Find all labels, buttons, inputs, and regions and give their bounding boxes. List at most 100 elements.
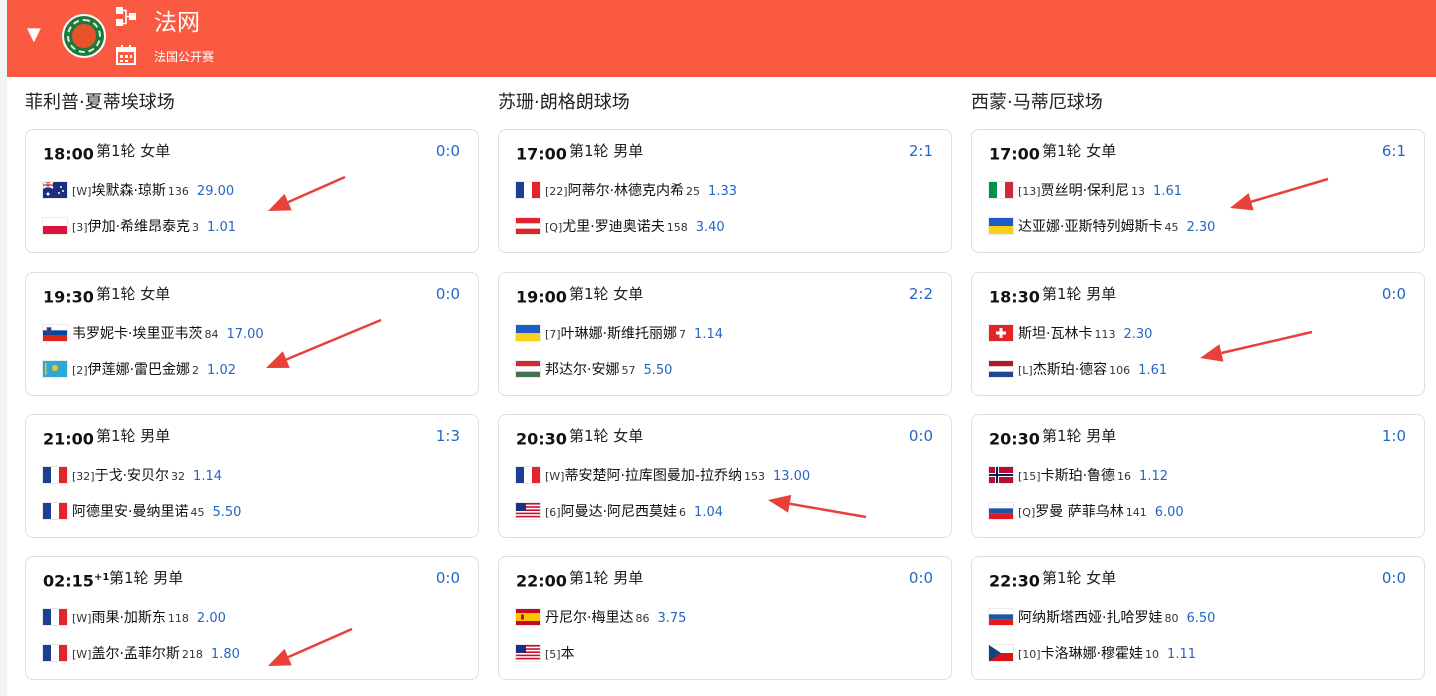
- player-row[interactable]: [22]阿蒂尔·林德克内希 25 1.33: [516, 180, 737, 202]
- collapse-caret-icon[interactable]: ▼: [27, 25, 41, 45]
- player-row[interactable]: [10]卡洛琳娜·穆霍娃 10 1.11: [989, 643, 1196, 665]
- player-row[interactable]: 邦达尔·安娜 57 5.50: [516, 359, 672, 381]
- player-name[interactable]: 邦达尔·安娜: [545, 362, 619, 378]
- player-name[interactable]: 雨果·加斯东: [91, 610, 165, 626]
- calendar-icon[interactable]: [115, 44, 137, 66]
- player-name[interactable]: 阿德里安·曼纳里诺: [72, 504, 188, 520]
- player-row[interactable]: [15]卡斯珀·鲁德 16 1.12: [989, 465, 1168, 487]
- player-name[interactable]: 埃默森·琼斯: [91, 183, 165, 199]
- player-odds[interactable]: 1.61: [1138, 363, 1167, 378]
- player-odds[interactable]: 1.61: [1153, 184, 1182, 199]
- player-row[interactable]: [7]叶琳娜·斯维托丽娜 7 1.14: [516, 323, 723, 345]
- match-card[interactable]: 21:00 第1轮 男单 1:3 [32]于戈·安贝尔 32 1.14 阿德里安·曼纳里诺 4…: [25, 414, 479, 538]
- player-row[interactable]: 丹尼尔·梅里达 86 3.75: [516, 607, 686, 629]
- player-row[interactable]: [W]盖尔·孟菲尔斯 218 1.80: [43, 643, 240, 665]
- player-name[interactable]: 本: [561, 646, 575, 662]
- match-round: 第1轮 女单: [96, 142, 171, 160]
- player-name[interactable]: 丹尼尔·梅里达: [545, 610, 633, 626]
- match-score: 0:0: [435, 569, 460, 587]
- player-row[interactable]: [3]伊加·希维昂泰克 3 1.01: [43, 216, 236, 238]
- player-odds[interactable]: 1.14: [694, 327, 723, 342]
- match-card[interactable]: 18:30 第1轮 男单 0:0 斯坦·瓦林卡 113 2.30 [L]杰斯珀·德容 106 1…: [971, 272, 1425, 396]
- player-odds[interactable]: 1.11: [1167, 647, 1196, 662]
- player-odds[interactable]: 3.75: [657, 611, 686, 626]
- player-odds[interactable]: 2.30: [1123, 327, 1152, 342]
- player-row[interactable]: 阿德里安·曼纳里诺 45 5.50: [43, 501, 241, 523]
- player-name[interactable]: 达亚娜·亚斯特列姆斯卡: [1018, 219, 1162, 235]
- next-day-marker: +1: [93, 572, 110, 583]
- player-name[interactable]: 阿曼达·阿尼西莫娃: [561, 504, 677, 520]
- player-row[interactable]: 斯坦·瓦林卡 113 2.30: [989, 323, 1152, 345]
- player-odds[interactable]: 17.00: [226, 327, 263, 342]
- player-name[interactable]: 叶琳娜·斯维托丽娜: [561, 326, 677, 342]
- match-card[interactable]: 20:30 第1轮 男单 1:0 [15]卡斯珀·鲁德 16 1.12 [Q]罗曼 萨菲乌林…: [971, 414, 1425, 538]
- player-odds[interactable]: 13.00: [773, 469, 810, 484]
- player-row[interactable]: [32]于戈·安贝尔 32 1.14: [43, 465, 222, 487]
- player-odds[interactable]: 6.00: [1155, 505, 1184, 520]
- match-card[interactable]: 19:00 第1轮 女单 2:2 [7]叶琳娜·斯维托丽娜 7 1.14 邦达尔·安娜 57 5…: [498, 272, 952, 396]
- player-name[interactable]: 尤里·罗迪奥诺夫: [562, 219, 664, 235]
- player-odds[interactable]: 3.40: [696, 220, 725, 235]
- bracket-icon[interactable]: [115, 6, 137, 28]
- player-name[interactable]: 阿纳斯塔西娅·扎哈罗娃: [1018, 610, 1162, 626]
- player-odds[interactable]: 1.02: [207, 363, 236, 378]
- match-time: 17:00: [989, 144, 1040, 164]
- player-row[interactable]: 阿纳斯塔西娅·扎哈罗娃 80 6.50: [989, 607, 1215, 629]
- match-time: 02:15+1: [43, 571, 110, 591]
- player-name[interactable]: 伊莲娜·雷巴金娜: [88, 362, 190, 378]
- player-row[interactable]: [13]贾丝明·保利尼 13 1.61: [989, 180, 1182, 202]
- player-odds[interactable]: 1.80: [211, 647, 240, 662]
- player-row[interactable]: [6]阿曼达·阿尼西莫娃 6 1.04: [516, 501, 723, 523]
- match-round: 第1轮 女单: [1042, 142, 1117, 160]
- player-name[interactable]: 阿蒂尔·林德克内希: [568, 183, 684, 199]
- player-name[interactable]: 伊加·希维昂泰克: [88, 219, 190, 235]
- match-card[interactable]: 22:30 第1轮 女单 0:0 阿纳斯塔西娅·扎哈罗娃 80 6.50 [10]卡洛琳娜·…: [971, 556, 1425, 680]
- player-row[interactable]: [2]伊莲娜·雷巴金娜 2 1.02: [43, 359, 236, 381]
- player-name[interactable]: 蒂安楚阿·拉库图曼加-拉乔纳: [564, 468, 742, 484]
- player-odds[interactable]: 1.04: [694, 505, 723, 520]
- player-rank: 218: [181, 648, 203, 661]
- player-row[interactable]: 韦罗妮卡·埃里亚韦茨 84 17.00: [43, 323, 264, 345]
- player-name[interactable]: 韦罗妮卡·埃里亚韦茨: [72, 326, 202, 342]
- match-card[interactable]: 17:00 第1轮 女单 6:1 [13]贾丝明·保利尼 13 1.61 达亚娜·亚斯特列姆…: [971, 129, 1425, 253]
- player-row[interactable]: [W]雨果·加斯东 118 2.00: [43, 607, 226, 629]
- player-odds[interactable]: 2.00: [197, 611, 226, 626]
- player-row[interactable]: [5]本: [516, 643, 585, 665]
- player-name[interactable]: 贾丝明·保利尼: [1041, 183, 1129, 199]
- player-name[interactable]: 斯坦·瓦林卡: [1018, 326, 1092, 342]
- match-card[interactable]: 02:15+1 第1轮 男单 0:0 [W]雨果·加斯东 118 2.00 [W]盖尔·孟菲…: [25, 556, 479, 680]
- player-row[interactable]: [Q]尤里·罗迪奥诺夫 158 3.40: [516, 216, 725, 238]
- player-odds[interactable]: 6.50: [1186, 611, 1215, 626]
- match-round: 第1轮 女单: [569, 427, 644, 445]
- player-odds[interactable]: 1.14: [193, 469, 222, 484]
- player-rank: 84: [204, 328, 219, 341]
- player-odds[interactable]: 1.01: [207, 220, 236, 235]
- player-name[interactable]: 于戈·安贝尔: [95, 468, 169, 484]
- player-row[interactable]: [L]杰斯珀·德容 106 1.61: [989, 359, 1167, 381]
- match-card[interactable]: 18:00 第1轮 女单 0:0 [W]埃默森·琼斯 136 29.00 [3]伊加·希维昂…: [25, 129, 479, 253]
- tournament-header: ▼ 法网 法国公开赛: [7, 0, 1436, 77]
- player-odds[interactable]: 5.50: [212, 505, 241, 520]
- match-card[interactable]: 19:30 第1轮 女单 0:0 韦罗妮卡·埃里亚韦茨 84 17.00 [2]伊莲娜·雷巴…: [25, 272, 479, 396]
- player-row[interactable]: [Q]罗曼 萨菲乌林 141 6.00: [989, 501, 1184, 523]
- player-odds[interactable]: 5.50: [643, 363, 672, 378]
- player-odds[interactable]: 2.30: [1186, 220, 1215, 235]
- player-name[interactable]: 盖尔·孟菲尔斯: [91, 646, 179, 662]
- match-card[interactable]: 17:00 第1轮 男单 2:1 [22]阿蒂尔·林德克内希 25 1.33 [Q]尤里·罗…: [498, 129, 952, 253]
- player-name[interactable]: 罗曼 萨菲乌林: [1035, 504, 1123, 520]
- match-card[interactable]: 22:00 第1轮 男单 0:0 丹尼尔·梅里达 86 3.75 [5]本: [498, 556, 952, 680]
- player-name[interactable]: 杰斯珀·德容: [1033, 362, 1107, 378]
- player-name[interactable]: 卡洛琳娜·穆霍娃: [1041, 646, 1143, 662]
- netherlands-flag-icon: [989, 361, 1013, 377]
- hungary-flag-icon: [516, 361, 540, 377]
- player-row[interactable]: [W]埃默森·琼斯 136 29.00: [43, 180, 234, 202]
- player-rank: 86: [635, 612, 650, 625]
- player-row[interactable]: 达亚娜·亚斯特列姆斯卡 45 2.30: [989, 216, 1215, 238]
- player-odds[interactable]: 1.12: [1139, 469, 1168, 484]
- player-row[interactable]: [W]蒂安楚阿·拉库图曼加-拉乔纳 153 13.00: [516, 465, 810, 487]
- match-card[interactable]: 20:30 第1轮 女单 0:0 [W]蒂安楚阿·拉库图曼加-拉乔纳 153 13.00[…: [498, 414, 952, 538]
- player-odds[interactable]: 29.00: [197, 184, 234, 199]
- player-name[interactable]: 卡斯珀·鲁德: [1041, 468, 1115, 484]
- player-seed: [10]: [1018, 648, 1041, 661]
- player-odds[interactable]: 1.33: [708, 184, 737, 199]
